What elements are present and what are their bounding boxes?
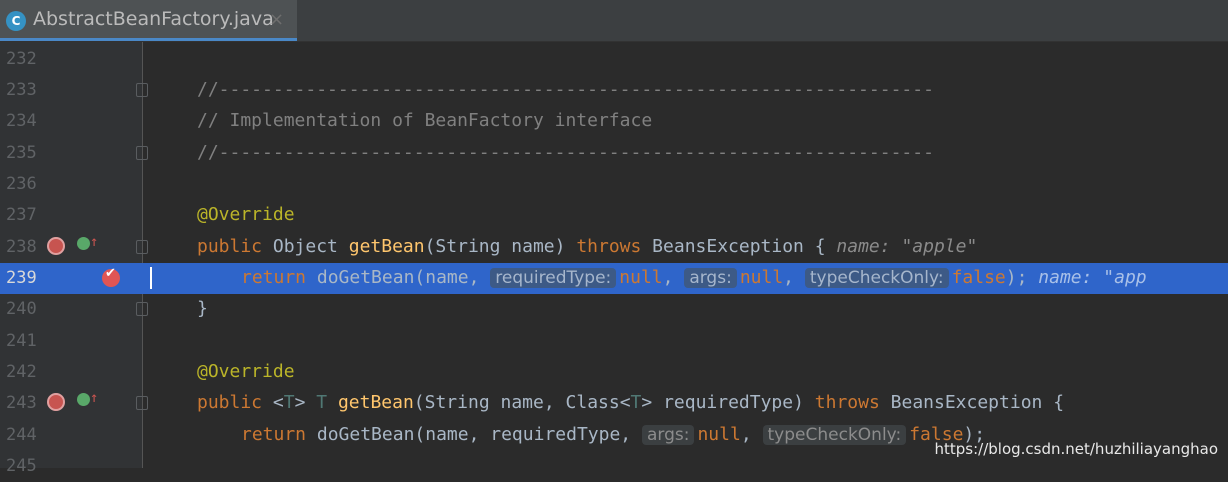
line-number: 239 bbox=[6, 268, 37, 288]
overriding-method-icon[interactable] bbox=[77, 237, 90, 250]
watermark: https://blog.csdn.net/huzhiliayanghao bbox=[934, 440, 1218, 458]
line-number: 240 bbox=[6, 299, 37, 319]
code-line[interactable]: 234 // Implementation of BeanFactory int… bbox=[0, 106, 1228, 137]
code-line[interactable]: 236 bbox=[0, 169, 1228, 200]
fold-marker-icon[interactable] bbox=[136, 396, 148, 410]
code-line[interactable]: 240 } bbox=[0, 294, 1228, 325]
debug-value: name: "apple" bbox=[836, 236, 978, 257]
line-number: 245 bbox=[6, 456, 37, 476]
comment-text: //--------------------------------------… bbox=[197, 142, 934, 163]
overriding-method-icon[interactable] bbox=[77, 393, 90, 406]
class-file-icon: C bbox=[6, 11, 26, 31]
tab-label: AbstractBeanFactory.java bbox=[33, 8, 274, 30]
code-line[interactable]: 243 ↑ public <T> T getBean(String name, … bbox=[0, 388, 1228, 419]
line-number: 244 bbox=[6, 425, 37, 445]
fold-marker-icon[interactable] bbox=[136, 240, 148, 254]
param-hint: args: bbox=[684, 268, 737, 288]
annotation: @Override bbox=[197, 361, 295, 382]
code-line[interactable]: 233 //----------------------------------… bbox=[0, 75, 1228, 106]
code-line[interactable]: 238 ↑ public Object getBean(String name)… bbox=[0, 232, 1228, 263]
text-caret bbox=[150, 267, 152, 289]
line-number: 233 bbox=[6, 80, 37, 100]
line-number: 241 bbox=[6, 331, 37, 351]
close-icon[interactable]: × bbox=[269, 9, 284, 30]
comment-text: // Implementation of BeanFactory interfa… bbox=[197, 110, 653, 131]
breakpoint-icon[interactable]: ✔ bbox=[102, 266, 120, 287]
arrow-up-icon: ↑ bbox=[90, 234, 99, 250]
line-number: 232 bbox=[6, 49, 37, 69]
code-line[interactable]: 237 @Override bbox=[0, 200, 1228, 231]
param-hint: typeCheckOnly: bbox=[762, 425, 907, 445]
fold-marker-icon[interactable] bbox=[136, 83, 148, 97]
implementing-method-icon[interactable] bbox=[47, 237, 65, 255]
code-text: return doGetBean(name, requiredType, arg… bbox=[241, 424, 986, 445]
param-hint: args: bbox=[641, 425, 695, 445]
param-hint: requiredType: bbox=[490, 268, 617, 288]
code-line[interactable]: 235 //----------------------------------… bbox=[0, 138, 1228, 169]
code-editor[interactable]: 232 233 //------------------------------… bbox=[0, 42, 1228, 476]
comment-text: //--------------------------------------… bbox=[197, 79, 934, 100]
line-number: 243 bbox=[6, 393, 37, 413]
fold-marker-icon[interactable] bbox=[136, 302, 148, 316]
fold-marker-icon[interactable] bbox=[136, 146, 148, 160]
code-line[interactable]: 242 @Override bbox=[0, 357, 1228, 388]
current-execution-line[interactable]: 239 ✔ return doGetBean(name, requiredTyp… bbox=[0, 263, 1228, 295]
code-text: public <T> T getBean(String name, Class<… bbox=[197, 392, 1065, 413]
line-number: 234 bbox=[6, 111, 37, 131]
debug-value: name: "app bbox=[1038, 267, 1147, 288]
line-number: 242 bbox=[6, 362, 37, 382]
implementing-method-icon[interactable] bbox=[47, 393, 65, 411]
line-number: 236 bbox=[6, 174, 37, 194]
code-text: return doGetBean(name, requiredType: null… bbox=[241, 267, 1147, 288]
line-number: 235 bbox=[6, 143, 37, 163]
code-line[interactable]: 241 bbox=[0, 326, 1228, 357]
code-text: public Object getBean(String name) throw… bbox=[197, 236, 978, 257]
tab-abstract-bean-factory[interactable]: C AbstractBeanFactory.java × bbox=[0, 0, 297, 41]
line-number: 237 bbox=[6, 205, 37, 225]
code-line[interactable]: 232 bbox=[0, 44, 1228, 75]
param-hint: typeCheckOnly: bbox=[804, 268, 949, 288]
arrow-up-icon: ↑ bbox=[90, 390, 99, 406]
annotation: @Override bbox=[197, 204, 295, 225]
check-icon: ✔ bbox=[105, 266, 116, 281]
editor-tab-bar: C AbstractBeanFactory.java × bbox=[0, 0, 1228, 42]
code-text: } bbox=[197, 298, 208, 319]
line-number: 238 bbox=[6, 237, 37, 257]
